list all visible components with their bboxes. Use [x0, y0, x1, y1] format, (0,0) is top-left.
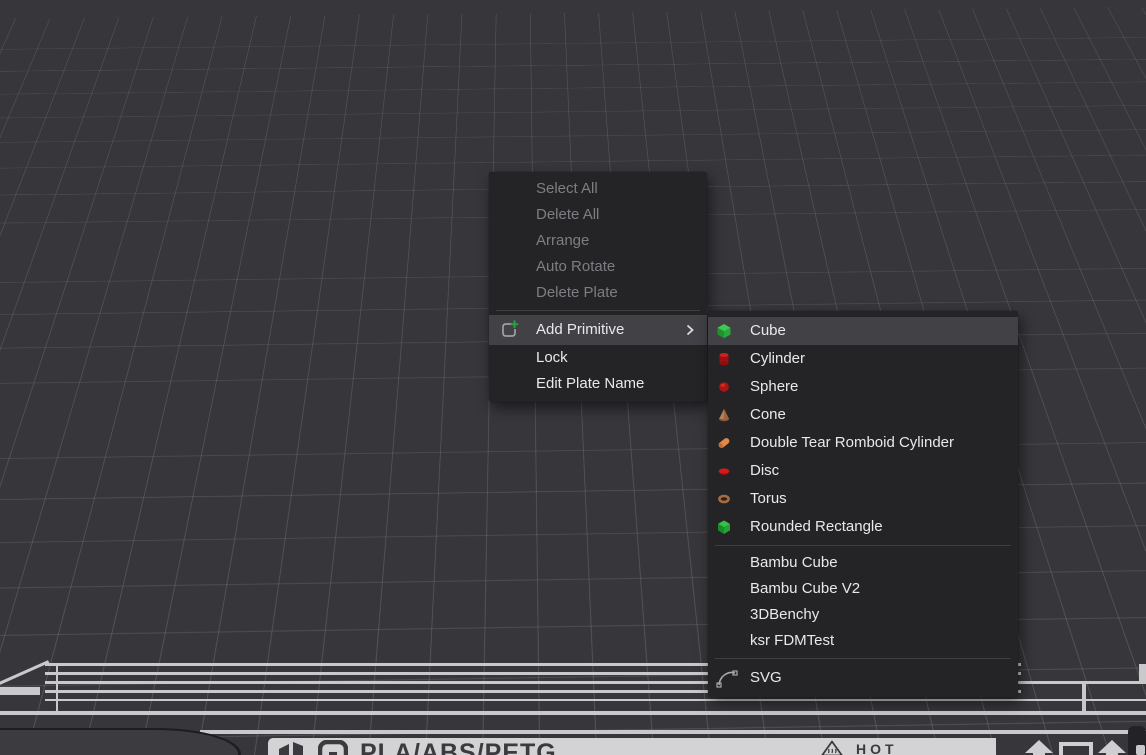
square-outline-icon — [1059, 742, 1093, 755]
context-menu: Select All Delete All Arrange Auto Rotat… — [489, 172, 707, 402]
plate-edge-tick — [1082, 681, 1086, 713]
arrow-up-icon — [1023, 740, 1055, 755]
menu-item-edit-plate-name[interactable]: Edit Plate Name — [489, 371, 707, 397]
submenu-item-sphere[interactable]: Sphere — [708, 373, 1018, 401]
submenu-item-rounded-rectangle[interactable]: Rounded Rectangle — [708, 513, 1018, 541]
submenu-item-label: Double Tear Romboid Cylinder — [750, 434, 954, 451]
plate-badge-icon — [318, 740, 348, 755]
submenu-item-label: Cube — [750, 322, 786, 339]
menu-item-lock[interactable]: Lock — [489, 345, 707, 371]
submenu-item-label: Torus — [750, 490, 787, 507]
submenu-item-label: ksr FDMTest — [750, 632, 834, 649]
plate-material-label: PLA/ABS/PETG — [360, 739, 557, 755]
submenu-item-label: 3DBenchy — [750, 606, 819, 623]
submenu-item-label: Cone — [750, 406, 786, 423]
menu-item-label: Delete Plate — [536, 284, 618, 301]
menu-item-delete-plate: Delete Plate — [489, 280, 707, 306]
menu-item-auto-rotate: Auto Rotate — [489, 254, 707, 280]
plate-edge-tick — [56, 663, 58, 713]
add-primitive-submenu: Cube Cylinder Sphere — [708, 311, 1018, 697]
plate-edge-line — [45, 699, 1146, 701]
menu-item-label: Add Primitive — [536, 321, 624, 338]
submenu-item-bambu-cube-v2[interactable]: Bambu Cube V2 — [708, 576, 1018, 602]
menu-item-select-all: Select All — [489, 176, 707, 202]
submenu-item-torus[interactable]: Torus — [708, 485, 1018, 513]
menu-item-label: Select All — [536, 180, 598, 197]
romboid-cylinder-icon — [716, 435, 732, 451]
torus-icon — [716, 491, 732, 507]
submenu-item-cube[interactable]: Cube — [708, 317, 1018, 345]
submenu-item-3dbenchy[interactable]: 3DBenchy — [708, 602, 1018, 628]
menu-item-label: Delete All — [536, 206, 599, 223]
disc-icon — [716, 463, 732, 479]
menu-item-label: Auto Rotate — [536, 258, 615, 275]
menu-item-label: Edit Plate Name — [536, 375, 644, 392]
submenu-item-svg[interactable]: SVG — [708, 663, 1018, 693]
menu-item-delete-all: Delete All — [489, 202, 707, 228]
submenu-item-cone[interactable]: Cone — [708, 401, 1018, 429]
plate-edge-line — [200, 730, 1146, 734]
plate-corner-block — [0, 687, 40, 695]
submenu-item-double-tear-romboid-cylinder[interactable]: Double Tear Romboid Cylinder — [708, 429, 1018, 457]
svg-bezier-icon — [716, 668, 738, 688]
plate-label-strip: PLA/ABS/PETG HOT — [268, 738, 996, 755]
plate-edge-line — [0, 711, 1146, 715]
submenu-separator — [715, 658, 1011, 659]
add-primitive-icon — [498, 319, 520, 341]
submenu-item-label: Sphere — [750, 378, 798, 395]
submenu-item-disc[interactable]: Disc — [708, 457, 1018, 485]
cube-icon — [716, 323, 732, 339]
warning-triangle-icon — [820, 740, 844, 755]
menu-item-arrange: Arrange — [489, 228, 707, 254]
viewport-3d[interactable]: PLA/ABS/PETG HOT Select All Delete All A… — [0, 0, 1146, 755]
sphere-icon — [716, 379, 732, 395]
submenu-item-cylinder[interactable]: Cylinder — [708, 345, 1018, 373]
plate-grip-tab — [0, 728, 241, 755]
plate-corner-pin — [1136, 745, 1145, 755]
submenu-item-bambu-cube[interactable]: Bambu Cube — [708, 550, 1018, 576]
submenu-item-ksr-fdmtest[interactable]: ksr FDMTest — [708, 628, 1018, 654]
arrow-up-icon — [1096, 740, 1128, 755]
bambu-logo-icon — [276, 740, 308, 755]
menu-separator — [496, 310, 700, 311]
cylinder-icon — [716, 351, 732, 367]
submenu-item-label: SVG — [750, 669, 782, 686]
rounded-rectangle-icon — [716, 519, 732, 535]
submenu-item-label: Bambu Cube — [750, 554, 838, 571]
chevron-right-icon — [685, 323, 695, 337]
submenu-item-label: Cylinder — [750, 350, 805, 367]
submenu-item-label: Disc — [750, 462, 779, 479]
menu-item-label: Lock — [536, 349, 568, 366]
submenu-item-label: Bambu Cube V2 — [750, 580, 860, 597]
submenu-item-label: Rounded Rectangle — [750, 518, 883, 535]
menu-item-label: Arrange — [536, 232, 589, 249]
plate-corner-block — [1139, 664, 1146, 682]
plate-hot-warning: HOT — [856, 741, 898, 755]
cone-icon — [716, 407, 732, 423]
menu-item-add-primitive[interactable]: Add Primitive — [489, 315, 707, 345]
submenu-separator — [715, 545, 1011, 546]
